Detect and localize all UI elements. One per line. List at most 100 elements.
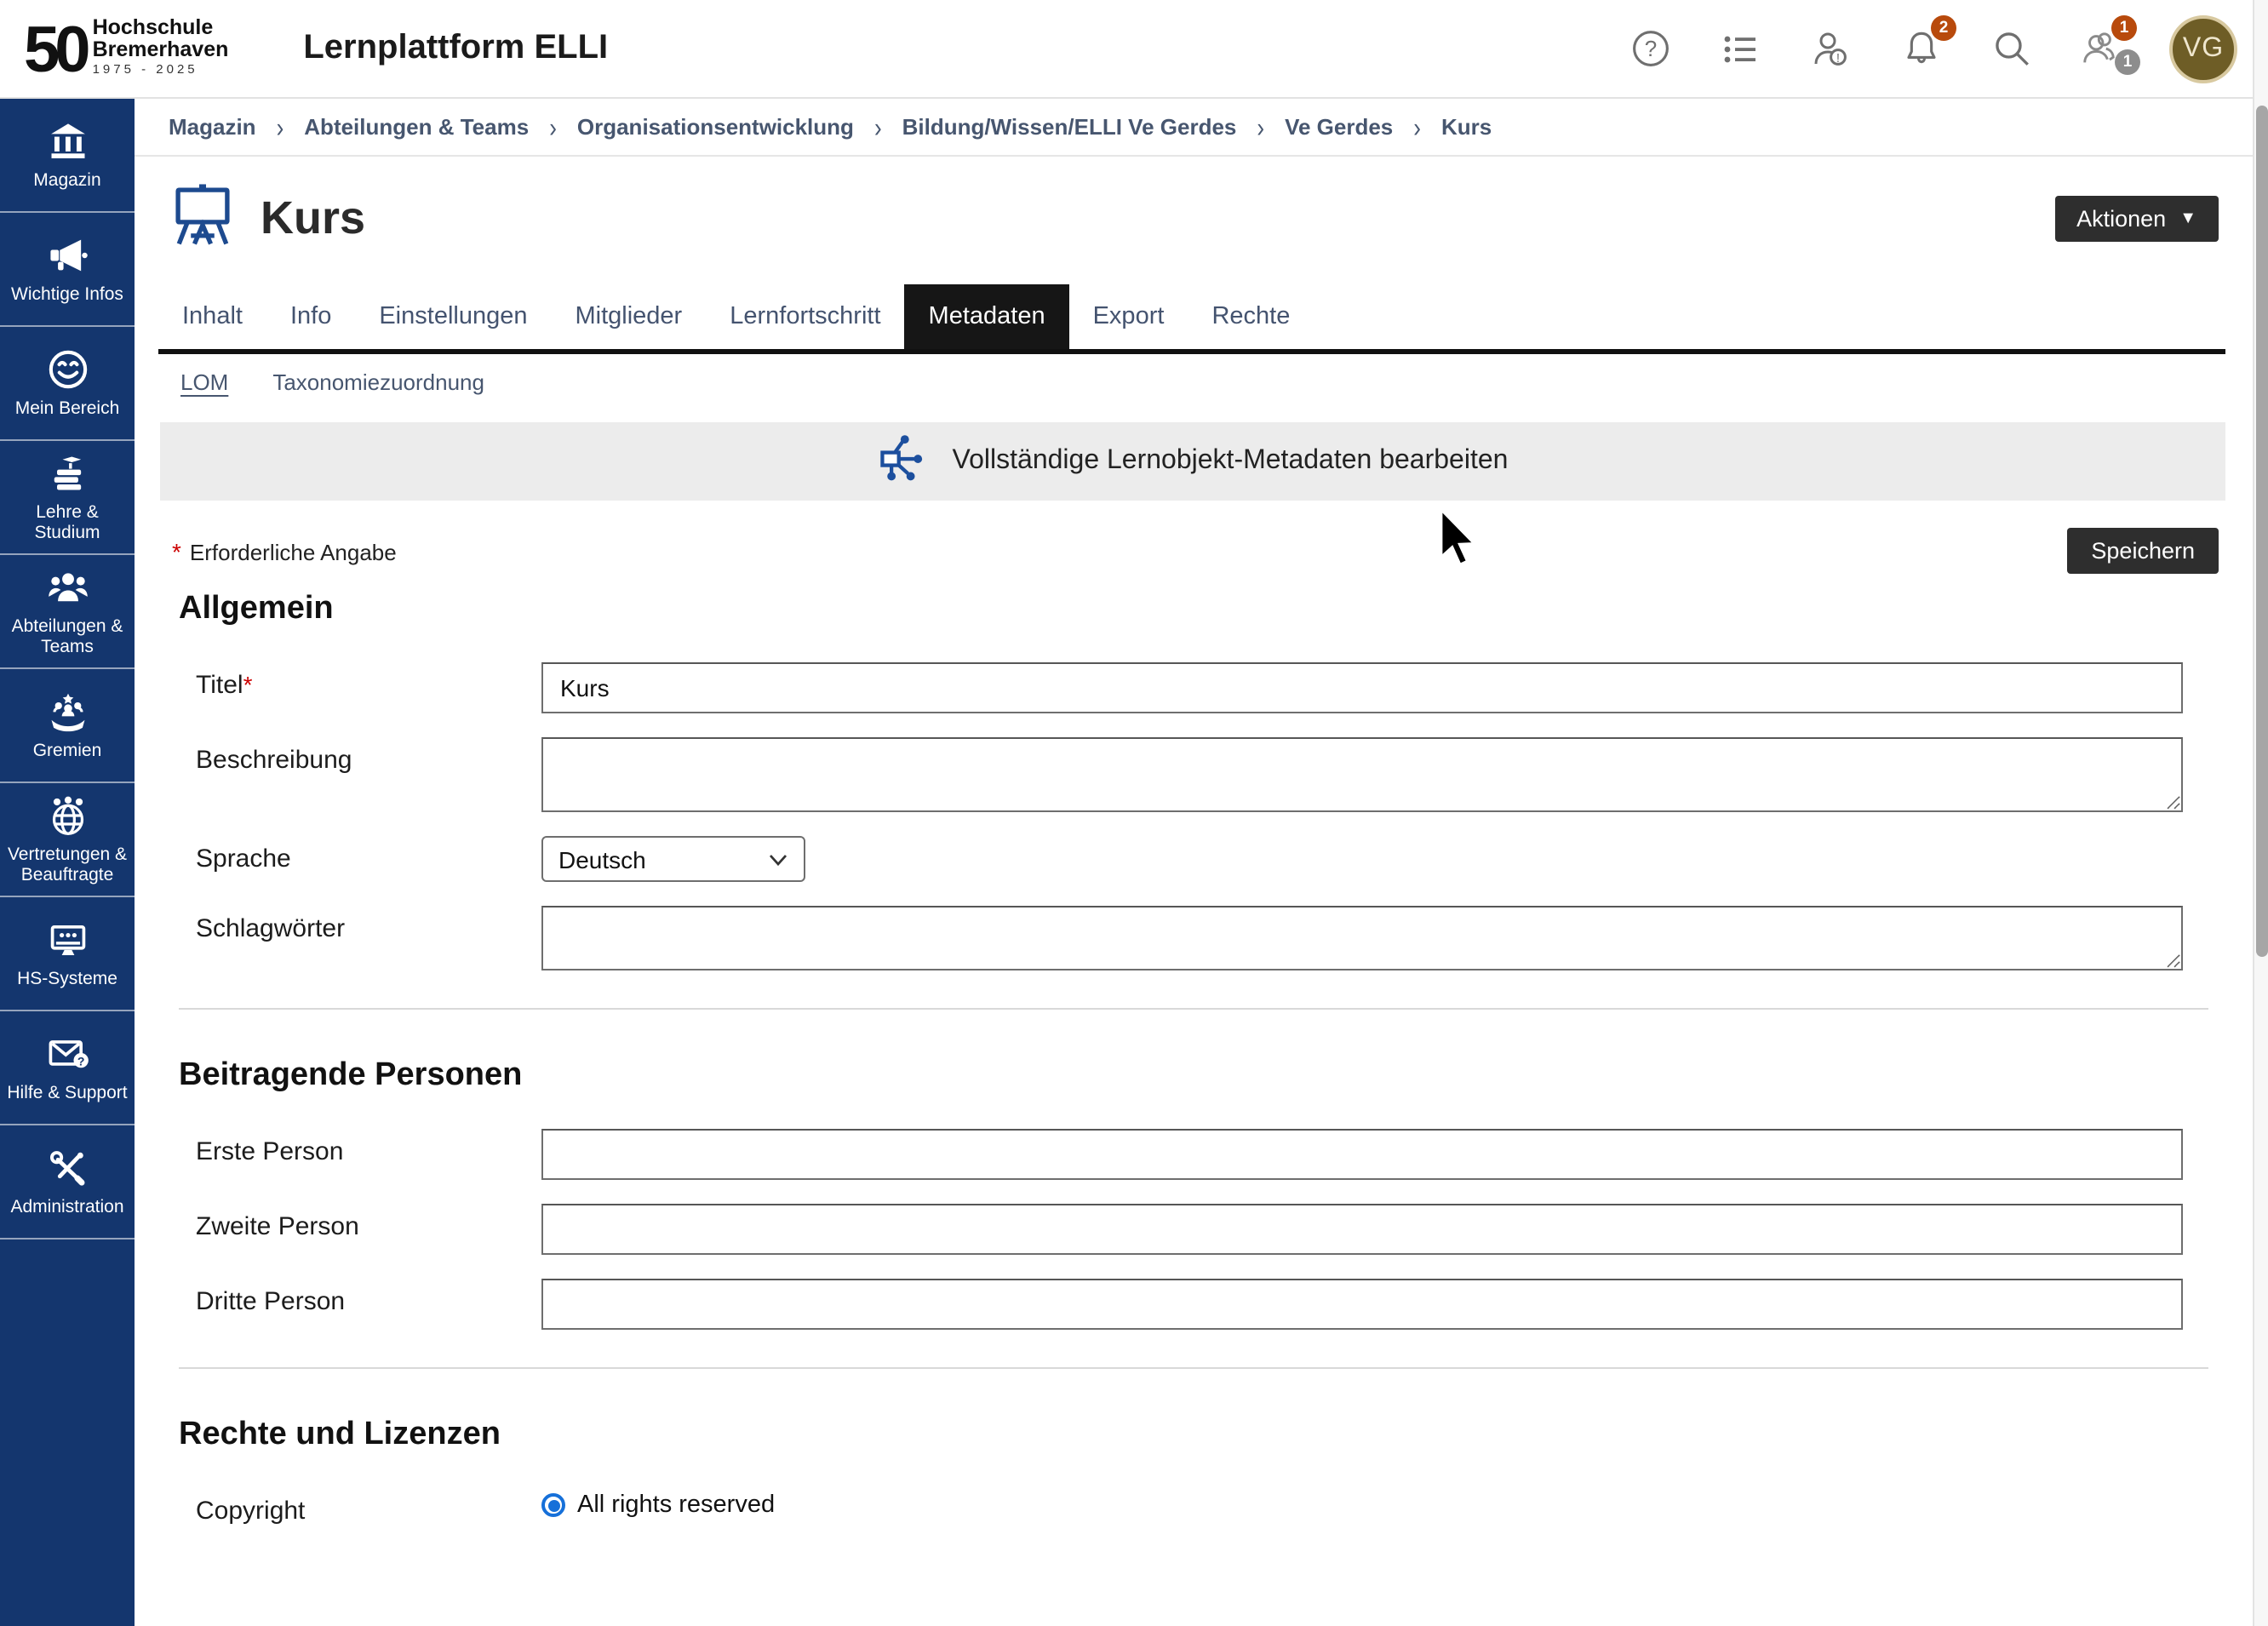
sprache-select[interactable]: Deutsch (541, 836, 805, 882)
sidebar-item-label: Gremien (33, 741, 102, 761)
notification-badge: 2 (1931, 14, 1956, 40)
sidebar-item-hilfe-support[interactable]: ? Hilfe & Support (0, 1011, 135, 1125)
sidebar-item-abteilungen-teams[interactable]: Abteilungen & Teams (0, 555, 135, 669)
school-logo[interactable]: 50 Hochschule Bremerhaven 1975 - 2025 (24, 17, 228, 80)
tab-mitglieder[interactable]: Mitglieder (552, 284, 707, 349)
dritte-person-input[interactable] (541, 1279, 2183, 1330)
tab-bar: Inhalt Info Einstellungen Mitglieder Ler… (158, 284, 2225, 354)
tab-einstellungen[interactable]: Einstellungen (355, 284, 551, 349)
form-toolbar: *Erforderliche Angabe Speichern (169, 528, 2219, 574)
tab-export[interactable]: Export (1069, 284, 1188, 349)
save-button[interactable]: Speichern (2067, 528, 2219, 574)
sidebar-item-gremien[interactable]: Gremien (0, 669, 135, 783)
main-sidebar: Magazin Wichtige Infos (0, 99, 135, 1626)
sidebar-item-label: Magazin (33, 170, 100, 191)
dritte-person-label: Dritte Person (169, 1279, 541, 1316)
sidebar-item-vertretungen[interactable]: Vertretungen & Beauftragte (0, 783, 135, 897)
actions-button-label: Aktionen (2076, 206, 2166, 232)
chevron-right-icon: › (1257, 111, 1264, 143)
logo-years: 1975 - 2025 (93, 64, 229, 77)
logo-line1: Hochschule (93, 17, 229, 39)
contacts-badge-top: 1 (2111, 14, 2137, 40)
metadata-form: Allgemein Titel* Beschreibung Sprache De… (135, 591, 2253, 1526)
sidebar-item-label: Administration (10, 1197, 123, 1217)
schlagwoerter-textarea[interactable] (541, 906, 2183, 970)
books-icon (45, 451, 89, 495)
form-row-beschreibung: Beschreibung (169, 737, 2219, 812)
breadcrumb-item-abteilungen[interactable]: Abteilungen & Teams (304, 114, 529, 140)
edit-full-metadata-banner[interactable]: Vollständige Lernobjekt-Metadaten bearbe… (160, 422, 2225, 501)
course-easel-icon (169, 180, 237, 257)
required-asterisk: * (243, 671, 253, 698)
app-header: 50 Hochschule Bremerhaven 1975 - 2025 Le… (0, 0, 2268, 99)
form-row-dritte-person: Dritte Person (169, 1279, 2219, 1330)
sidebar-item-lehre-studium[interactable]: Lehre & Studium (0, 441, 135, 555)
svg-text:?: ? (77, 1055, 84, 1068)
zweite-person-input[interactable] (541, 1204, 2183, 1255)
chevron-down-icon (768, 844, 788, 874)
subtab-bar: LOM Taxonomiezuordnung (135, 354, 2253, 405)
list-icon[interactable] (1718, 26, 1762, 71)
copyright-option-label: All rights reserved (577, 1491, 775, 1519)
sidebar-item-administration[interactable]: Administration (0, 1125, 135, 1240)
form-row-sprache: Sprache Deutsch (169, 836, 2219, 882)
erste-person-input[interactable] (541, 1129, 2183, 1180)
sidebar-item-label: Hilfe & Support (7, 1083, 127, 1103)
scrollbar-thumb[interactable] (2256, 106, 2268, 957)
required-hint: *Erforderliche Angabe (172, 537, 397, 564)
form-row-schlagwoerter: Schlagwörter (169, 906, 2219, 970)
tab-rechte[interactable]: Rechte (1188, 284, 1314, 349)
beschreibung-label: Beschreibung (169, 737, 541, 775)
help-icon[interactable]: ? (1628, 26, 1672, 71)
megaphone-icon (45, 233, 89, 278)
breadcrumb: Magazin › Abteilungen & Teams › Organisa… (135, 99, 2253, 157)
breadcrumb-item-bildung-wissen[interactable]: Bildung/Wissen/ELLI Ve Gerdes (902, 114, 1237, 140)
copyright-label: Copyright (169, 1488, 541, 1526)
form-row-zweite-person: Zweite Person (169, 1204, 2219, 1255)
logo-text-block: Hochschule Bremerhaven 1975 - 2025 (93, 17, 229, 80)
tab-metadaten[interactable]: Metadaten (905, 284, 1069, 349)
actions-button[interactable]: Aktionen ▼ (2054, 196, 2219, 242)
svg-text:!: ! (1836, 50, 1840, 65)
breadcrumb-item-kurs[interactable]: Kurs (1441, 114, 1492, 140)
subtab-taxonomiezuordnung[interactable]: Taxonomiezuordnung (272, 369, 484, 395)
app-title: Lernplattform ELLI (303, 29, 608, 68)
page-title: Kurs (261, 192, 365, 245)
contacts-icon[interactable]: 1 1 (2079, 26, 2123, 71)
main-content: Magazin › Abteilungen & Teams › Organisa… (135, 99, 2253, 1626)
tab-info[interactable]: Info (266, 284, 355, 349)
bell-icon[interactable]: 2 (1899, 26, 1943, 71)
avatar[interactable]: VG (2169, 14, 2237, 83)
chevron-right-icon: › (549, 111, 557, 143)
sidebar-item-label: Wichtige Infos (11, 284, 123, 305)
beschreibung-textarea[interactable] (541, 737, 2183, 812)
copyright-radio[interactable] (541, 1493, 565, 1517)
breadcrumb-item-magazin[interactable]: Magazin (169, 114, 256, 140)
form-row-titel: Titel* (169, 662, 2219, 713)
sidebar-item-label: Lehre & Studium (3, 502, 131, 543)
sidebar-item-magazin[interactable]: Magazin (0, 99, 135, 213)
svg-text:?: ? (1644, 36, 1656, 61)
form-row-erste-person: Erste Person (169, 1129, 2219, 1180)
sidebar-item-label: Mein Bereich (15, 398, 120, 419)
scrollbar-track[interactable] (2253, 0, 2268, 1626)
sidebar-item-hs-systeme[interactable]: HS-Systeme (0, 897, 135, 1011)
search-icon[interactable] (1989, 26, 2033, 71)
hand-people-icon (45, 690, 89, 734)
breadcrumb-item-organisationsentwicklung[interactable]: Organisationsentwicklung (577, 114, 854, 140)
tab-lernfortschritt[interactable]: Lernfortschritt (706, 284, 904, 349)
tab-inhalt[interactable]: Inhalt (158, 284, 266, 349)
sidebar-item-wichtige-infos[interactable]: Wichtige Infos (0, 213, 135, 327)
bank-icon (45, 119, 89, 163)
sidebar-item-mein-bereich[interactable]: Mein Bereich (0, 327, 135, 441)
caret-down-icon: ▼ (2179, 209, 2196, 228)
user-status-icon[interactable]: ! (1808, 26, 1853, 71)
chevron-right-icon: › (277, 111, 284, 143)
breadcrumb-item-ve-gerdes[interactable]: Ve Gerdes (1285, 114, 1393, 140)
erste-person-label: Erste Person (169, 1129, 541, 1166)
section-heading-beitragende: Beitragende Personen (179, 1057, 2219, 1095)
section-heading-rechte: Rechte und Lizenzen (179, 1417, 2219, 1454)
people-group-icon (45, 565, 89, 610)
titel-input[interactable] (541, 662, 2183, 713)
subtab-lom[interactable]: LOM (180, 369, 228, 395)
